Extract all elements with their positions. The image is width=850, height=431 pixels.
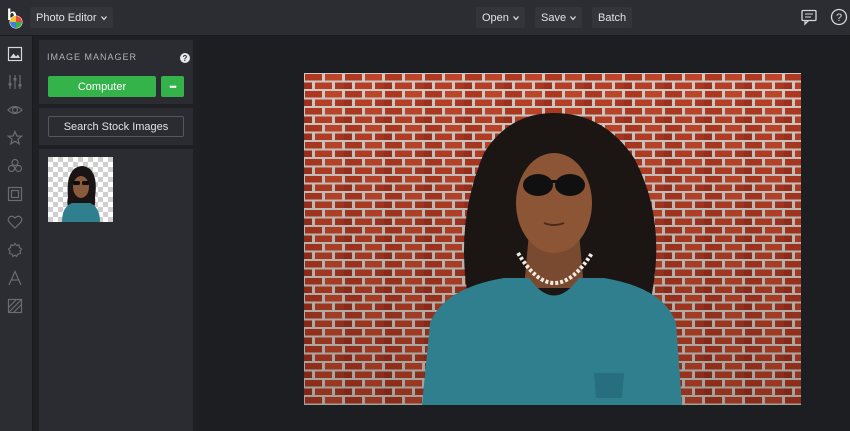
search-stock-label: Search Stock Images xyxy=(63,120,169,133)
svg-text:?: ? xyxy=(836,12,842,24)
chevron-down-icon xyxy=(570,15,577,20)
chevron-down-icon xyxy=(512,15,519,20)
befunky-logo-icon[interactable]: b xyxy=(6,6,26,30)
save-menu-button[interactable]: Save xyxy=(535,7,583,28)
heart-icon[interactable] xyxy=(7,214,23,230)
thumbnail-image xyxy=(48,157,113,222)
panel-help-icon[interactable]: ? xyxy=(180,53,190,63)
batch-label: Batch xyxy=(598,11,627,24)
texture-icon[interactable] xyxy=(7,242,23,258)
adjustments-icon[interactable] xyxy=(7,74,23,90)
frame-icon[interactable] xyxy=(7,186,23,202)
help-icon[interactable]: ? xyxy=(830,8,848,26)
chevron-down-icon xyxy=(100,15,107,20)
app-menu-label: Photo Editor xyxy=(36,11,97,24)
edited-photo xyxy=(304,73,801,405)
open-label: Open xyxy=(482,11,509,24)
more-options-icon: ••• xyxy=(169,81,177,92)
search-stock-images-button[interactable]: Search Stock Images xyxy=(48,116,184,137)
app-menu-button[interactable]: Photo Editor xyxy=(30,7,113,28)
photo-canvas[interactable] xyxy=(304,73,801,405)
computer-upload-button[interactable]: Computer xyxy=(48,76,156,97)
star-icon[interactable] xyxy=(7,130,23,146)
batch-button[interactable]: Batch xyxy=(592,7,633,28)
tool-rail xyxy=(0,36,33,431)
computer-button-label: Computer xyxy=(77,80,127,93)
chat-icon[interactable] xyxy=(800,8,818,26)
open-menu-button[interactable]: Open xyxy=(476,7,525,28)
overlay-icon[interactable] xyxy=(7,158,23,174)
panel-title: IMAGE MANAGER xyxy=(47,52,138,62)
image-thumbnail[interactable] xyxy=(48,157,113,222)
eye-icon[interactable] xyxy=(7,102,23,118)
more-options-button[interactable]: ••• xyxy=(161,76,184,97)
save-label: Save xyxy=(541,11,567,24)
top-bar: b Photo Editor Open Save Batch ? xyxy=(0,0,850,36)
text-icon[interactable] xyxy=(7,270,23,286)
graphics-icon[interactable] xyxy=(7,298,23,314)
image-manager-icon[interactable] xyxy=(7,46,23,62)
